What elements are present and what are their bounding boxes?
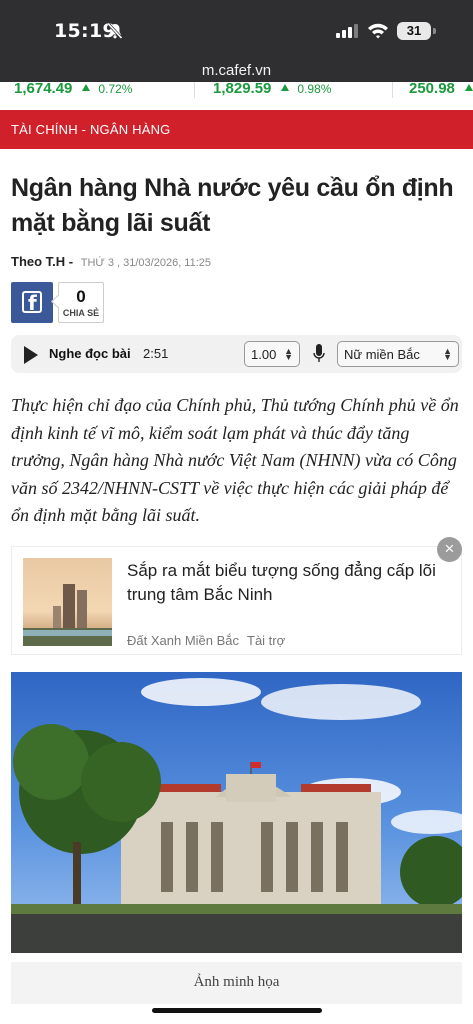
ticker-item[interactable]: 1,829.59 0.98% bbox=[213, 82, 331, 97]
bell-slash-icon bbox=[107, 22, 123, 40]
arrow-up-icon bbox=[281, 84, 290, 91]
arrow-up-icon bbox=[464, 84, 473, 91]
sponsored-label: Tài trợ bbox=[247, 633, 286, 648]
battery-tip bbox=[433, 28, 436, 34]
ticker-item[interactable]: 250.98 bbox=[409, 82, 473, 97]
article-lead: Thực hiện chỉ đạo của Chính phủ, Thủ tướ… bbox=[11, 395, 459, 525]
facebook-share-button[interactable]: f bbox=[11, 282, 53, 323]
ticker-divider bbox=[392, 82, 393, 98]
voice-select[interactable]: Nữ miền Bắc ▲ ▼ bbox=[337, 341, 459, 367]
audio-duration: 2:51 bbox=[143, 346, 169, 361]
battery-indicator: 31 bbox=[397, 22, 431, 40]
audio-player: Nghe đọc bài 2:51 1.00 ▲ ▼ Nữ miền Bắc ▲ ▼ bbox=[11, 335, 462, 373]
author: Theo T.H - bbox=[11, 254, 74, 269]
market-ticker[interactable]: 1,674.49 0.72% 1,829.59 0.98% 250.98 bbox=[0, 82, 473, 108]
category-bar[interactable]: TÀI CHÍNH - NGÂN HÀNG bbox=[0, 110, 473, 149]
sponsored-card[interactable]: Sắp ra mắt biểu tượng sống đẳng cấp lõi … bbox=[11, 546, 462, 655]
ad-advertiser: Đất Xanh Miền Bắc bbox=[127, 633, 240, 648]
chevron-updown-icon: ▲ ▼ bbox=[284, 346, 293, 362]
share-count: 0 bbox=[76, 287, 86, 306]
ticker-divider bbox=[194, 82, 195, 98]
image-caption: Ảnh minh họa bbox=[193, 974, 280, 990]
play-icon[interactable] bbox=[24, 346, 38, 364]
share-label: CHIA SẺ bbox=[62, 308, 100, 318]
article-image[interactable] bbox=[11, 672, 462, 953]
page-bottom bbox=[0, 1016, 473, 1024]
share-counter: 0 CHIA SẺ bbox=[58, 282, 104, 323]
home-indicator[interactable] bbox=[152, 1008, 322, 1013]
url-bar[interactable]: m.cafef.vn bbox=[0, 62, 473, 79]
ticker-item[interactable]: 1,674.49 0.72% bbox=[14, 82, 132, 97]
chevron-updown-icon: ▲ ▼ bbox=[443, 346, 452, 362]
arrow-up-icon bbox=[82, 84, 91, 91]
publish-date: THỨ 3 , 31/03/2026, 11:25 bbox=[80, 257, 212, 269]
close-ad-button[interactable]: × bbox=[437, 537, 462, 562]
listen-label[interactable]: Nghe đọc bài bbox=[49, 346, 131, 361]
cellular-signal-icon bbox=[336, 24, 358, 38]
microphone-icon bbox=[313, 344, 325, 362]
ad-meta: Đất Xanh Miền Bắc Tài trợ bbox=[127, 633, 285, 648]
wifi-icon bbox=[368, 23, 388, 39]
image-caption-box: Ảnh minh họa bbox=[11, 962, 462, 1004]
speed-select[interactable]: 1.00 ▲ ▼ bbox=[244, 341, 300, 367]
status-bar: 15:19 31 m.cafef.vn bbox=[0, 0, 473, 88]
ad-thumbnail[interactable] bbox=[23, 558, 112, 646]
ad-title[interactable]: Sắp ra mắt biểu tượng sống đẳng cấp lõi … bbox=[127, 559, 447, 607]
article-title: Ngân hàng Nhà nước yêu cầu ổn định mặt b… bbox=[11, 174, 454, 237]
byline: Theo T.H - THỨ 3 , 31/03/2026, 11:25 bbox=[11, 254, 211, 269]
category-label[interactable]: TÀI CHÍNH - NGÂN HÀNG bbox=[11, 122, 170, 137]
